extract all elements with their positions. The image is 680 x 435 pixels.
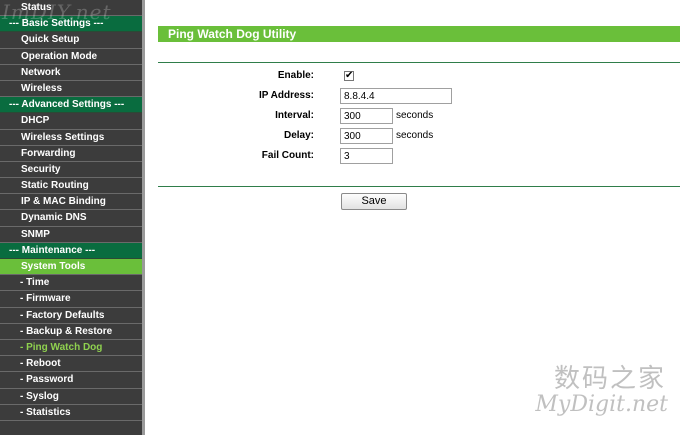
sidebar-item-security[interactable]: Security: [0, 161, 142, 179]
row-ip-address: IP Address:: [148, 88, 680, 104]
check-icon: ✔: [345, 70, 354, 81]
enable-label: Enable:: [277, 70, 314, 81]
sidebar-item-wireless-settings[interactable]: Wireless Settings: [0, 129, 142, 146]
sidebar-section-advanced-settings: --- Advanced Settings ---: [0, 97, 142, 114]
divider-top: [158, 62, 680, 63]
sidebar-item-reboot[interactable]: - Reboot: [0, 356, 142, 373]
ip-address-label: IP Address:: [258, 90, 314, 101]
sidebar-item-backup-restore[interactable]: - Backup & Restore: [0, 323, 142, 340]
sidebar-item-network[interactable]: Network: [0, 64, 142, 81]
sidebar-item-dynamic-dns[interactable]: Dynamic DNS: [0, 210, 142, 227]
watermark-en: MyDigit.net: [535, 392, 668, 417]
row-delay: Delay: seconds: [148, 128, 680, 144]
sidebar-item-factory-defaults[interactable]: - Factory Defaults: [0, 307, 142, 324]
sidebar-item-static-routing[interactable]: Static Routing: [0, 178, 142, 195]
row-enable: Enable: ✔: [148, 68, 680, 84]
delay-input[interactable]: [340, 128, 393, 144]
sidebar-item-quick-setup[interactable]: Quick Setup: [0, 32, 142, 49]
ip-address-input[interactable]: [340, 88, 452, 104]
interval-unit: seconds: [396, 110, 434, 121]
sidebar: Status --- Basic Settings --- Quick Setup O…: [0, 0, 145, 435]
fail-count-input[interactable]: [340, 148, 393, 164]
sidebar-item-syslog[interactable]: - Syslog: [0, 388, 142, 405]
sidebar-item-ip-mac-binding[interactable]: IP & MAC Binding: [0, 194, 142, 211]
sidebar-section-maintenance: --- Maintenance ---: [0, 242, 142, 259]
sidebar-item-ping-watch-dog[interactable]: - Ping Watch Dog: [0, 339, 142, 357]
sidebar-item-statistics[interactable]: - Statistics: [0, 404, 142, 421]
sidebar-item-firmware[interactable]: - Firmware: [0, 291, 142, 308]
interval-label: Interval:: [275, 110, 314, 121]
main-content: Ping Watch Dog Utility Enable: ✔ IP Addr…: [148, 0, 680, 435]
sidebar-item-time[interactable]: - Time: [0, 275, 142, 292]
sidebar-section-basic-settings: --- Basic Settings ---: [0, 16, 142, 33]
delay-label: Delay:: [283, 130, 314, 141]
sidebar-item-status[interactable]: Status: [0, 0, 142, 17]
watermark-cn: 数码之家: [553, 364, 666, 394]
row-interval: Interval: seconds: [148, 108, 680, 124]
row-fail-count: Fail Count:: [148, 148, 680, 164]
sidebar-item-snmp[interactable]: SNMP: [0, 226, 142, 243]
save-button[interactable]: Save: [341, 193, 407, 210]
enable-checkbox[interactable]: ✔: [344, 71, 354, 81]
page-title: Ping Watch Dog Utility: [158, 26, 680, 42]
sidebar-item-dhcp[interactable]: DHCP: [0, 113, 142, 130]
fail-count-label: Fail Count:: [261, 150, 314, 161]
sidebar-item-operation-mode[interactable]: Operation Mode: [0, 48, 142, 65]
interval-input[interactable]: [340, 108, 393, 124]
sidebar-item-password[interactable]: - Password: [0, 372, 142, 389]
sidebar-item-wireless[interactable]: Wireless: [0, 80, 142, 98]
sidebar-item-system-tools[interactable]: System Tools: [0, 259, 142, 276]
divider-bottom: [158, 186, 680, 187]
delay-unit: seconds: [396, 130, 434, 141]
sidebar-item-forwarding[interactable]: Forwarding: [0, 145, 142, 162]
